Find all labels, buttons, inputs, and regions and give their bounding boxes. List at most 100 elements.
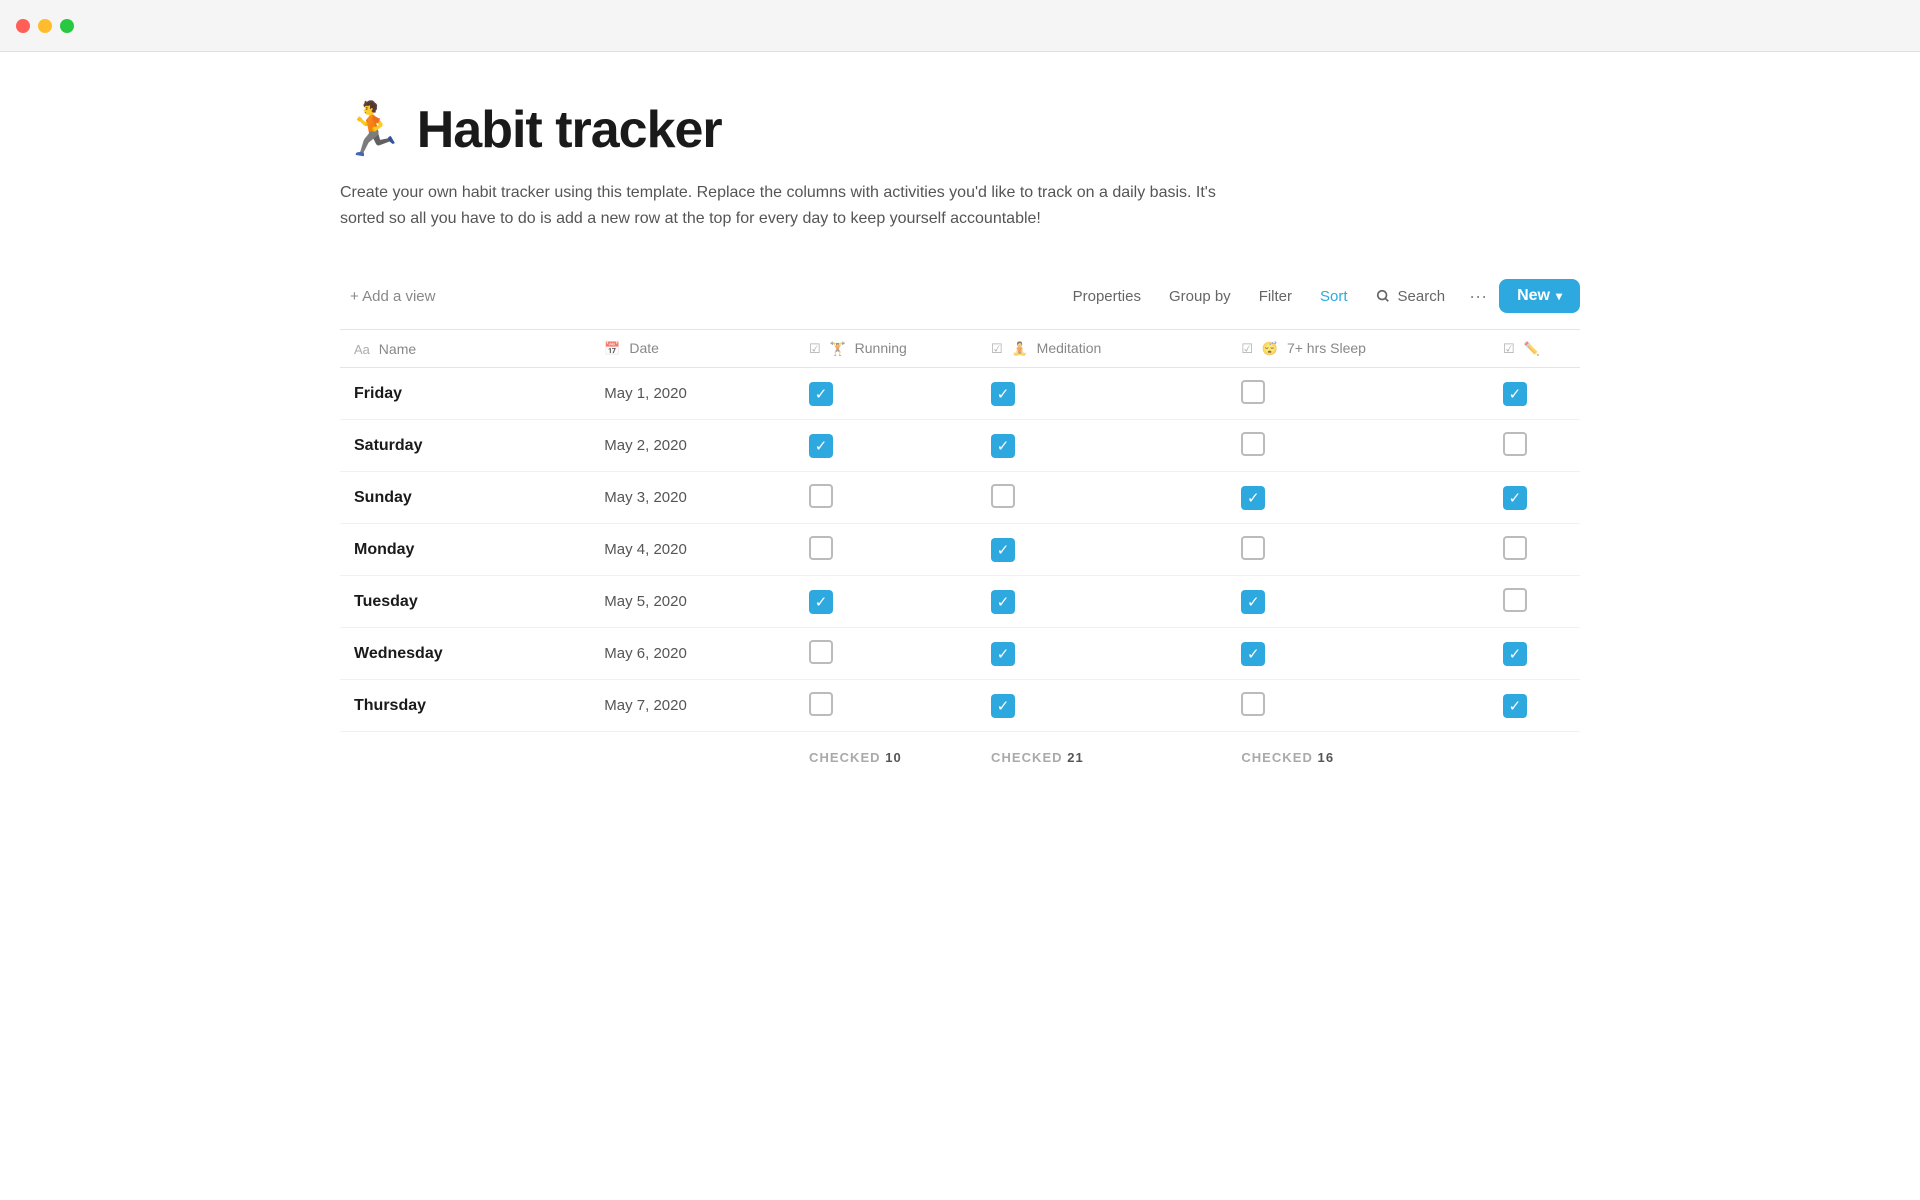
footer-date-cell [590,732,795,784]
properties-button[interactable]: Properties [1061,281,1153,312]
cell-name: Thursday [340,680,590,732]
checkbox-checked[interactable]: ✓ [1503,382,1527,406]
cell-running[interactable]: ✓ [795,420,977,472]
checkbox-checked[interactable]: ✓ [1503,486,1527,510]
checkbox-checked[interactable]: ✓ [1241,642,1265,666]
checkbox-unchecked[interactable] [1241,692,1265,716]
cell-meditation[interactable]: ✓ [977,368,1227,420]
col-date-label: Date [629,340,659,356]
filter-button[interactable]: Filter [1247,281,1304,312]
checkbox-unchecked[interactable] [809,692,833,716]
cell-running[interactable] [795,628,977,680]
checkbox-checked[interactable]: ✓ [991,590,1015,614]
cell-running[interactable] [795,472,977,524]
main-content: 🏃 Habit tracker Create your own habit tr… [260,52,1660,832]
more-options-button[interactable]: ··· [1461,282,1495,311]
cell-meditation[interactable]: ✓ [977,524,1227,576]
minimize-button[interactable] [38,19,52,33]
add-view-button[interactable]: + Add a view [340,282,445,311]
close-button[interactable] [16,19,30,33]
checkbox-unchecked[interactable] [809,484,833,508]
checkbox-unchecked[interactable] [1241,432,1265,456]
checkbox-unchecked[interactable] [1503,432,1527,456]
table-row: Thursday May 7, 2020 ✓ ✓ [340,680,1580,732]
cell-date: May 3, 2020 [590,472,795,524]
meditation-checked-count: 21 [1067,750,1084,765]
checkbox-checked[interactable]: ✓ [1503,694,1527,718]
properties-label: Properties [1073,288,1141,305]
new-button[interactable]: New ▾ [1499,279,1580,313]
extra-col-emoji: ✏️ [1524,341,1540,356]
checkbox-checked[interactable]: ✓ [991,694,1015,718]
running-col-emoji: 🏋️ [830,341,846,356]
cell-extra[interactable]: ✓ [1489,472,1580,524]
cell-extra[interactable]: ✓ [1489,680,1580,732]
checkbox-unchecked[interactable] [1503,536,1527,560]
cell-extra[interactable] [1489,420,1580,472]
cell-sleep[interactable] [1227,524,1489,576]
cell-meditation[interactable]: ✓ [977,628,1227,680]
cell-running[interactable]: ✓ [795,368,977,420]
checkbox-checked[interactable]: ✓ [1241,486,1265,510]
table-row: Tuesday May 5, 2020 ✓ ✓ ✓ [340,576,1580,628]
more-label: ··· [1469,286,1487,306]
checkbox-checked[interactable]: ✓ [809,382,833,406]
cell-name: Friday [340,368,590,420]
cell-sleep[interactable]: ✓ [1227,576,1489,628]
search-icon [1376,289,1390,303]
checkbox-checked[interactable]: ✓ [991,538,1015,562]
group-by-label: Group by [1169,288,1231,305]
maximize-button[interactable] [60,19,74,33]
table-row: Wednesday May 6, 2020 ✓ ✓ ✓ [340,628,1580,680]
checkbox-checked[interactable]: ✓ [1241,590,1265,614]
sleep-col-emoji: 😴 [1262,341,1278,356]
cell-sleep[interactable] [1227,368,1489,420]
filter-label: Filter [1259,288,1292,305]
checkbox-unchecked[interactable] [809,536,833,560]
cell-meditation[interactable]: ✓ [977,680,1227,732]
meditation-col-checkbox-icon: ☑ [991,341,1003,356]
sleep-checked-count: 16 [1318,750,1335,765]
checkbox-checked[interactable]: ✓ [991,434,1015,458]
cell-sleep[interactable]: ✓ [1227,472,1489,524]
cell-extra[interactable]: ✓ [1489,368,1580,420]
col-header-extra: ☑ ✏️ [1489,330,1580,368]
checkbox-checked[interactable]: ✓ [991,382,1015,406]
checkbox-unchecked[interactable] [1503,588,1527,612]
checkbox-unchecked[interactable] [1241,380,1265,404]
checkbox-unchecked[interactable] [809,640,833,664]
page-emoji: 🏃 [340,104,405,156]
cell-date: May 5, 2020 [590,576,795,628]
cell-running[interactable] [795,680,977,732]
table-row: Saturday May 2, 2020 ✓ ✓ [340,420,1580,472]
search-button[interactable]: Search [1364,281,1458,312]
running-checked-count: 10 [885,750,902,765]
cell-sleep[interactable] [1227,680,1489,732]
cell-sleep[interactable]: ✓ [1227,628,1489,680]
checkbox-checked[interactable]: ✓ [991,642,1015,666]
col-meditation-label: Meditation [1037,340,1102,356]
cell-meditation[interactable] [977,472,1227,524]
cell-extra[interactable] [1489,524,1580,576]
cell-meditation[interactable]: ✓ [977,576,1227,628]
sort-button[interactable]: Sort [1308,281,1360,312]
col-header-running: ☑ 🏋️ Running [795,330,977,368]
checkbox-checked[interactable]: ✓ [1503,642,1527,666]
cell-extra[interactable] [1489,576,1580,628]
cell-running[interactable]: ✓ [795,576,977,628]
cell-running[interactable] [795,524,977,576]
table-row: Friday May 1, 2020 ✓ ✓ ✓ [340,368,1580,420]
cell-meditation[interactable]: ✓ [977,420,1227,472]
page-title-row: 🏃 Habit tracker [340,100,1580,160]
checkbox-unchecked[interactable] [1241,536,1265,560]
page-description: Create your own habit tracker using this… [340,180,1240,231]
checkbox-checked[interactable]: ✓ [809,590,833,614]
cell-extra[interactable]: ✓ [1489,628,1580,680]
group-by-button[interactable]: Group by [1157,281,1243,312]
cell-date: May 7, 2020 [590,680,795,732]
meditation-checked-label: CHECKED [991,750,1063,765]
page-header: 🏃 Habit tracker Create your own habit tr… [340,100,1580,231]
cell-sleep[interactable] [1227,420,1489,472]
checkbox-unchecked[interactable] [991,484,1015,508]
checkbox-checked[interactable]: ✓ [809,434,833,458]
